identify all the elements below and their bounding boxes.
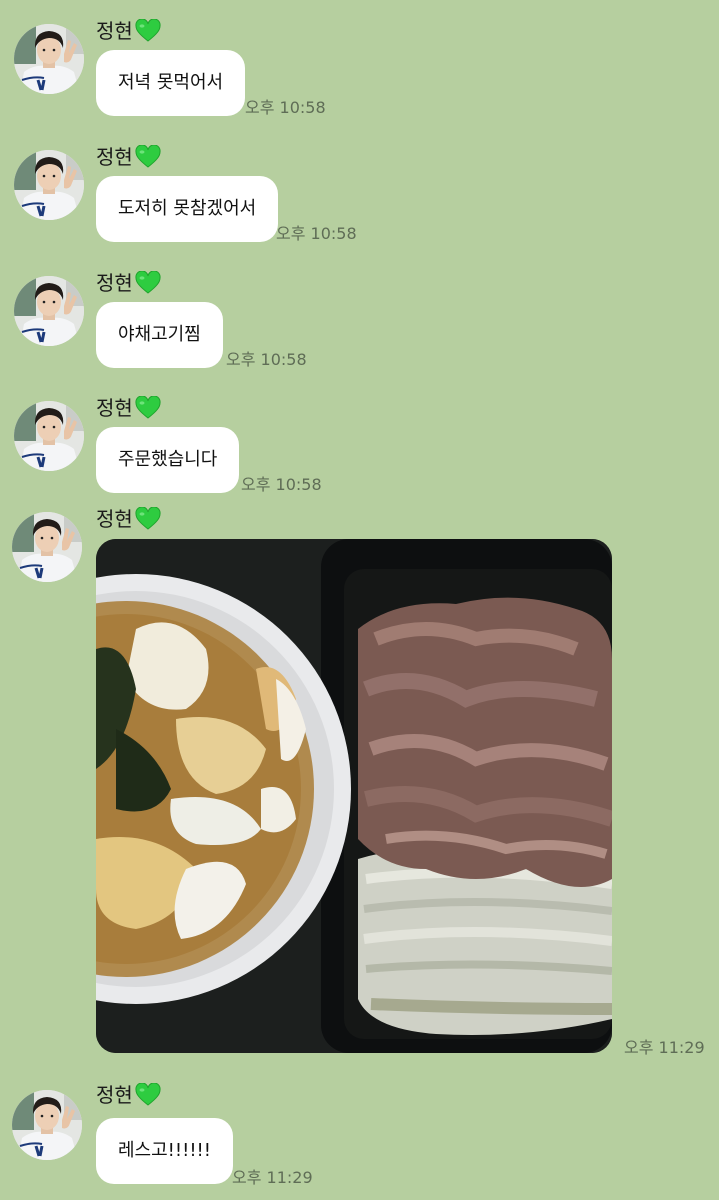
sender-name-text: 정현: [96, 396, 133, 420]
sender-avatar[interactable]: [14, 150, 84, 220]
avatar-image: [14, 24, 84, 94]
photo-message[interactable]: [96, 539, 612, 1053]
sender-avatar[interactable]: [14, 24, 84, 94]
sender-name-text: 정현: [96, 271, 133, 295]
sender-avatar[interactable]: [12, 1090, 82, 1160]
sender-name-text: 정현: [96, 19, 133, 43]
sender-name-text: 정현: [96, 145, 133, 169]
green-heart-icon: [135, 271, 161, 295]
message-bubble[interactable]: 저녁 못먹어서: [96, 50, 246, 116]
message-time: 오후 10:58: [241, 475, 322, 494]
message-bubble[interactable]: 레스고!!!!!!: [96, 1118, 233, 1184]
message-bubble[interactable]: 도저히 못참겠어서: [96, 176, 279, 242]
sender-name: 정현: [96, 393, 161, 423]
green-heart-icon: [135, 507, 161, 531]
message-time: 오후 10:58: [245, 98, 326, 117]
message-time: 오후 10:58: [226, 350, 307, 369]
green-heart-icon: [135, 1083, 161, 1107]
message-time: 오후 11:29: [232, 1168, 313, 1187]
sender-avatar[interactable]: [14, 276, 84, 346]
message-time: 오후 11:29: [624, 1038, 705, 1057]
sender-name: 정현: [96, 504, 161, 534]
avatar-image: [14, 150, 84, 220]
sender-name: 정현: [96, 16, 161, 46]
green-heart-icon: [135, 145, 161, 169]
message-bubble[interactable]: 야채고기찜: [96, 302, 223, 368]
avatar-image: [14, 401, 84, 471]
sender-name: 정현: [96, 1080, 161, 1110]
avatar-image: [12, 1090, 82, 1160]
sender-name-text: 정현: [96, 1083, 133, 1107]
avatar-image: [14, 276, 84, 346]
sender-name: 정현: [96, 268, 161, 298]
food-photo: [96, 539, 612, 1053]
sender-name: 정현: [96, 142, 161, 172]
avatar-image: [12, 512, 82, 582]
green-heart-icon: [135, 396, 161, 420]
green-heart-icon: [135, 19, 161, 43]
message-bubble[interactable]: 주문했습니다: [96, 427, 240, 493]
sender-avatar[interactable]: [14, 401, 84, 471]
message-time: 오후 10:58: [276, 224, 357, 243]
sender-name-text: 정현: [96, 507, 133, 531]
sender-avatar[interactable]: [12, 512, 82, 582]
